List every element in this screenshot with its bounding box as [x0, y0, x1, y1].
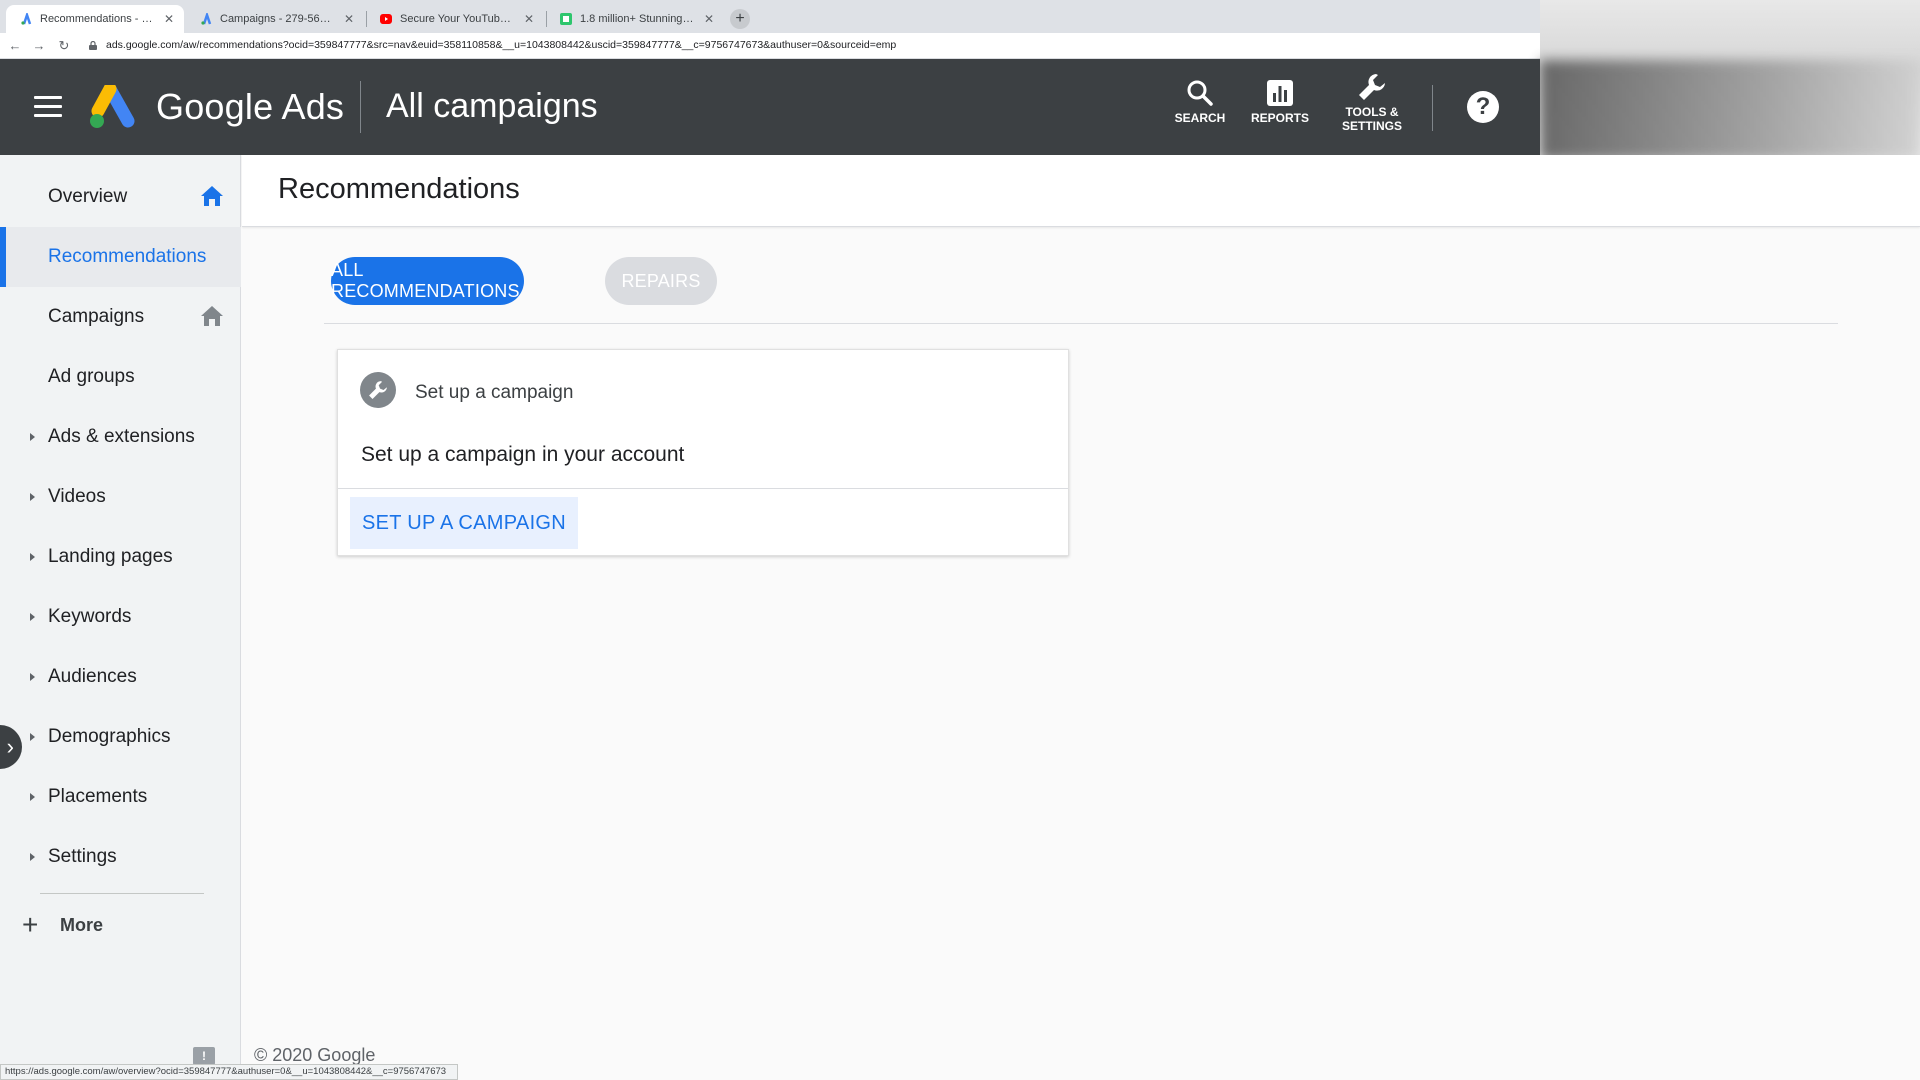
- search-label: SEARCH: [1174, 111, 1226, 125]
- sidebar-item-label: Campaigns: [48, 306, 145, 327]
- tools-label-line1: TOOLS &: [1345, 105, 1399, 119]
- sidebar-item-label: Videos: [48, 486, 106, 507]
- sidebar-more-button[interactable]: + More: [22, 909, 104, 940]
- brand-name: Google Ads: [156, 86, 345, 127]
- header-divider: [360, 81, 361, 133]
- browser-status-url: https://ads.google.com/aw/overview?ocid=…: [0, 1064, 458, 1080]
- sidebar-item-label: Settings: [48, 846, 117, 867]
- filter-chip-all-recommendations[interactable]: ALL RECOMMENDATIONS: [331, 257, 524, 305]
- youtube-icon: [380, 13, 392, 25]
- close-icon[interactable]: ✕: [164, 12, 174, 26]
- home-icon: [201, 306, 223, 326]
- pixabay-icon: [560, 13, 572, 25]
- sidebar-item-label: Placements: [48, 786, 148, 807]
- expand-caret-icon: [30, 733, 35, 741]
- sidebar-item-label: Ads & extensions: [48, 426, 195, 447]
- wrench-icon: [1336, 69, 1408, 105]
- browser-tab-strip: Recommendations - 279-560- ✕ Campaigns -…: [0, 0, 1540, 33]
- tab-title: Recommendations - 279-560-: [40, 13, 156, 25]
- expand-caret-icon: [30, 433, 35, 441]
- sidebar-item-label: Ad groups: [48, 366, 135, 387]
- header-divider: [1432, 85, 1433, 131]
- screen: Recommendations - 279-560- ✕ Campaigns -…: [0, 0, 1920, 1080]
- browser-tab-campaigns[interactable]: Campaigns - 279-560-1893 - ✕: [186, 5, 364, 33]
- sidebar-item-ad-groups[interactable]: Ad groups: [0, 347, 241, 407]
- browser-tab-pixabay[interactable]: 1.8 million+ Stunning Free Ima ✕: [546, 5, 724, 33]
- close-icon[interactable]: ✕: [524, 12, 534, 26]
- sidebar-item-landing-pages[interactable]: Landing pages: [0, 527, 241, 587]
- search-button[interactable]: SEARCH: [1170, 75, 1230, 125]
- tools-settings-button[interactable]: TOOLS & SETTINGS: [1336, 69, 1408, 133]
- close-icon[interactable]: ✕: [344, 12, 354, 26]
- filter-divider: [324, 323, 1838, 324]
- google-ads-logo: [90, 85, 135, 128]
- sidebar-item-recommendations[interactable]: Recommendations: [0, 227, 241, 287]
- close-icon[interactable]: ✕: [704, 12, 714, 26]
- card-divider: [338, 488, 1068, 489]
- tab-title: 1.8 million+ Stunning Free Ima: [580, 13, 696, 25]
- copyright-text: © 2020 Google: [254, 1045, 376, 1065]
- back-icon[interactable]: ←: [6, 37, 24, 55]
- tab-title: Secure Your YouTube Account: [400, 13, 516, 25]
- expand-caret-icon: [30, 613, 35, 621]
- help-icon[interactable]: ?: [1467, 91, 1499, 123]
- sidebar-item-label: Audiences: [48, 666, 137, 687]
- sidebar-item-campaigns[interactable]: Campaigns: [0, 287, 241, 347]
- sidebar-item-demographics[interactable]: Demographics: [0, 707, 241, 767]
- browser-address-bar: ← → ↻ ads.google.com/aw/recommendations?…: [0, 33, 1540, 59]
- wrench-icon: [360, 372, 396, 408]
- google-ads-icon: [200, 13, 212, 25]
- sidebar-item-overview[interactable]: Overview: [0, 167, 241, 227]
- sidebar-nav: Overview Recommendations Campaigns Ad gr…: [0, 155, 241, 1080]
- sidebar-item-ads-extensions[interactable]: Ads & extensions: [0, 407, 241, 467]
- active-indicator: [0, 227, 6, 287]
- page-title: Recommendations: [278, 173, 520, 205]
- account-scope-title[interactable]: All campaigns: [386, 87, 598, 126]
- sidebar-item-settings[interactable]: Settings: [0, 827, 241, 887]
- sidebar-item-videos[interactable]: Videos: [0, 467, 241, 527]
- expand-caret-icon: [30, 793, 35, 801]
- lock-icon: [89, 41, 97, 50]
- forward-icon[interactable]: →: [30, 37, 48, 55]
- feedback-icon[interactable]: !: [193, 1047, 215, 1065]
- google-ads-icon: [20, 13, 32, 25]
- sidebar-item-label: Keywords: [48, 606, 132, 627]
- expand-caret-icon: [30, 673, 35, 681]
- sidebar-item-label: Overview: [48, 186, 128, 207]
- bar-chart-icon: [1250, 75, 1310, 111]
- menu-icon[interactable]: [34, 96, 62, 118]
- reports-label: REPORTS: [1250, 111, 1309, 125]
- plus-icon: +: [22, 909, 39, 940]
- card-description: Set up a campaign in your account: [361, 443, 685, 466]
- browser-tab-recommendations[interactable]: Recommendations - 279-560- ✕: [6, 5, 184, 33]
- browser-tab-youtube[interactable]: Secure Your YouTube Account ✕: [366, 5, 544, 33]
- home-icon: [201, 186, 223, 206]
- card-category: Set up a campaign: [415, 382, 574, 403]
- search-icon: [1170, 75, 1230, 111]
- reload-icon[interactable]: ↻: [55, 37, 73, 55]
- sidebar-item-label: Recommendations: [48, 246, 207, 267]
- reports-button[interactable]: REPORTS: [1250, 75, 1310, 125]
- set-up-campaign-button[interactable]: SET UP A CAMPAIGN: [350, 497, 578, 549]
- sidebar-item-placements[interactable]: Placements: [0, 767, 241, 827]
- sidebar-item-keywords[interactable]: Keywords: [0, 587, 241, 647]
- sidebar-item-audiences[interactable]: Audiences: [0, 647, 241, 707]
- new-tab-button[interactable]: +: [730, 9, 750, 29]
- filter-chip-repairs[interactable]: REPAIRS: [605, 257, 717, 305]
- main-content: Recommendations ALL RECOMMENDATIONS REPA…: [242, 155, 1920, 1080]
- app-header: Google Ads All campaigns SEARCH REPORTS …: [0, 59, 1540, 155]
- url-field[interactable]: ads.google.com/aw/recommendations?ocid=3…: [106, 39, 896, 51]
- page-header: Recommendations: [242, 155, 1920, 227]
- expand-caret-icon: [30, 853, 35, 861]
- tools-label-line2: SETTINGS: [1341, 119, 1402, 133]
- expand-caret-icon: [30, 493, 35, 501]
- sidebar-item-label: Landing pages: [48, 546, 173, 567]
- recommendation-card: Set up a campaign Set up a campaign in y…: [337, 349, 1069, 556]
- more-label: More: [60, 914, 104, 935]
- sidebar-divider: [40, 893, 204, 894]
- blurred-background-band: [1540, 60, 1920, 160]
- expand-caret-icon: [30, 553, 35, 561]
- sidebar-item-label: Demographics: [48, 726, 171, 747]
- tab-title: Campaigns - 279-560-1893 -: [220, 13, 336, 25]
